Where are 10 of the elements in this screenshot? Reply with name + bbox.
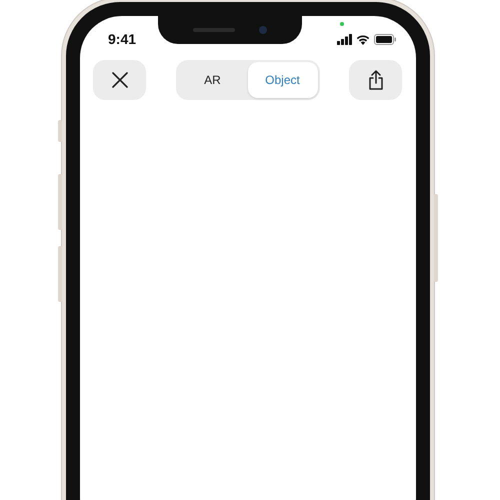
close-icon — [112, 72, 128, 88]
segment-tab[interactable]: AR — [178, 62, 248, 98]
share-icon — [368, 70, 384, 90]
signal-icon — [337, 34, 352, 44]
share-button[interactable] — [349, 60, 402, 100]
segment-tab[interactable]: Object — [248, 62, 318, 98]
battery-icon — [374, 34, 396, 44]
status-time: 9:41 — [108, 31, 136, 47]
close-button[interactable] — [93, 60, 146, 100]
wifi-icon — [356, 34, 370, 44]
